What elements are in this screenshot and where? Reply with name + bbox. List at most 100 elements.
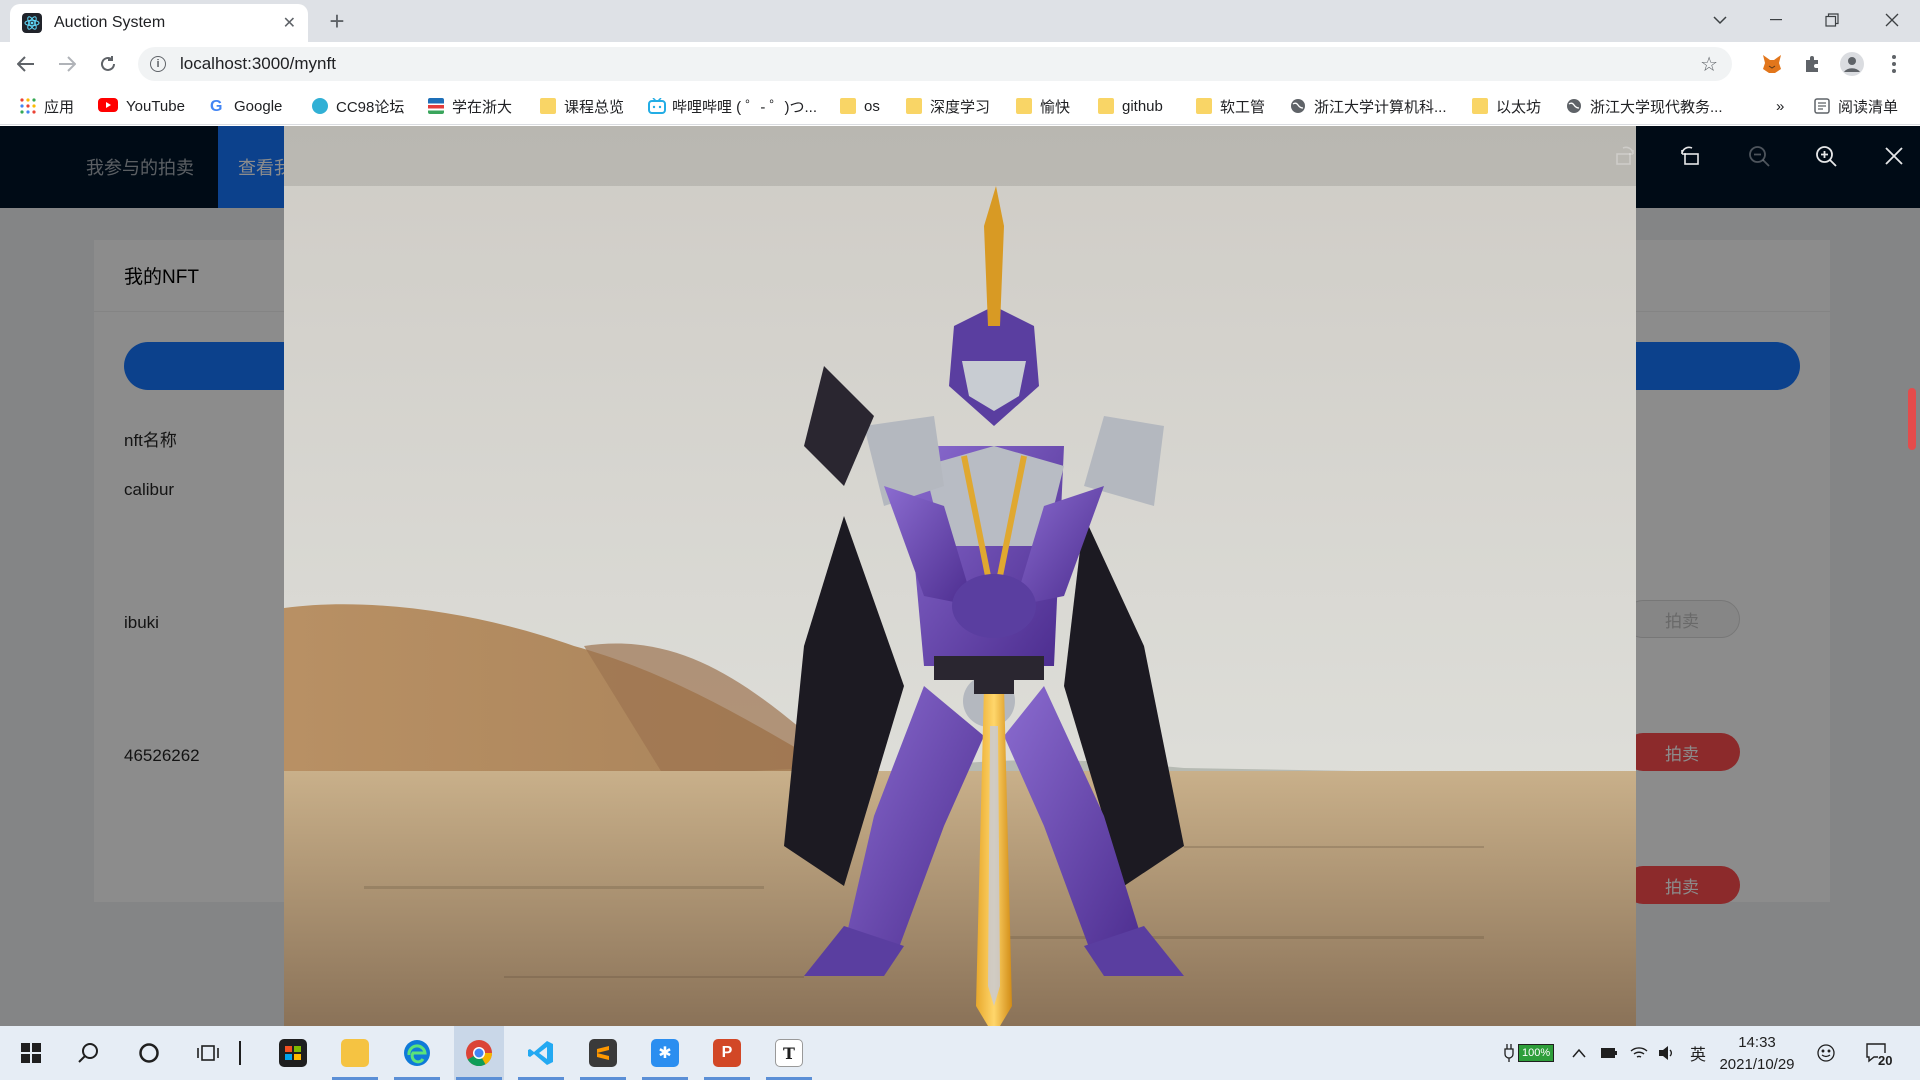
rotate-right-icon[interactable] [1662, 126, 1718, 186]
bookmark-zju-edu[interactable]: 浙江大学现代教务... [1566, 95, 1723, 117]
bookmark-apps[interactable]: 应用 [20, 95, 74, 117]
site-info-icon[interactable]: i [150, 56, 166, 72]
zju-learn-icon [428, 98, 444, 114]
battery-percent: 100% [1518, 1044, 1555, 1062]
folder-icon [540, 98, 556, 114]
app-launcher-icon[interactable]: ✱ [640, 1026, 690, 1080]
tab-close-icon[interactable]: ✕ [283, 13, 296, 33]
bookmarks-bar: 应用 YouTube G Google CC98论坛 学在浙大 课程总览 哔哩哔… [0, 87, 1920, 125]
chrome-icon[interactable] [454, 1026, 504, 1080]
bookmark-course-overview[interactable]: 课程总览 [540, 95, 624, 117]
volume-icon[interactable] [1658, 1026, 1676, 1080]
chrome-menu-icon[interactable] [1880, 50, 1908, 78]
zoom-in-icon[interactable] [1798, 126, 1854, 186]
minimize-icon[interactable] [1748, 0, 1804, 40]
search-icon[interactable] [64, 1026, 114, 1080]
battery-indicator[interactable]: 100% [1504, 1026, 1555, 1080]
preview-close-icon[interactable] [1866, 126, 1920, 186]
power-icon[interactable] [1600, 1026, 1618, 1080]
preview-toolbar-bg [284, 126, 1636, 186]
bookmark-cc98[interactable]: CC98论坛 [312, 95, 404, 117]
bookmark-bilibili[interactable]: 哔哩哔哩 ( ゜- ゜)つ... [648, 95, 817, 117]
powerpoint-icon[interactable]: P [702, 1026, 752, 1080]
globe-icon [1290, 98, 1306, 114]
bookmark-label: 哔哩哔哩 ( ゜- ゜)つ... [672, 98, 817, 116]
tab-strip: Auction System ✕ + [0, 0, 1920, 42]
rotate-left-icon[interactable] [1597, 126, 1653, 186]
bookmark-label: 浙江大学现代教务... [1590, 98, 1723, 116]
tab-search-icon[interactable] [1692, 0, 1748, 40]
scrollbar-thumb[interactable] [1908, 388, 1916, 450]
file-explorer-icon[interactable] [330, 1026, 380, 1080]
bookmark-zju-learn[interactable]: 学在浙大 [428, 95, 512, 117]
bookmark-ethereum[interactable]: 以太坊 [1472, 95, 1541, 117]
address-bar[interactable]: i localhost:3000/mynft ☆ [138, 47, 1732, 81]
task-view-icon[interactable] [184, 1026, 234, 1080]
bookmark-label: 学在浙大 [452, 98, 513, 116]
reading-list-button[interactable]: 阅读清单 [1814, 95, 1898, 117]
bookmark-label: YouTube [126, 97, 185, 115]
bookmark-label: 应用 [44, 98, 75, 116]
reload-icon[interactable] [92, 48, 124, 80]
reading-list-label: 阅读清单 [1838, 98, 1899, 116]
edge-icon[interactable] [392, 1026, 442, 1080]
notification-count-badge: 20 [1878, 1053, 1893, 1068]
folder-icon [1016, 98, 1032, 114]
bookmark-youtube[interactable]: YouTube [98, 95, 185, 117]
image-preview [284, 126, 1636, 1026]
notification-center-icon[interactable]: 20 [1866, 1026, 1893, 1080]
taskbar-separator [230, 1026, 250, 1080]
folder-icon [840, 98, 856, 114]
reading-list-icon [1814, 98, 1830, 114]
more-bookmarks-icon[interactable]: » [1776, 95, 1784, 117]
system-clock[interactable]: 14:33 2021/10/29 [1712, 1032, 1802, 1076]
youtube-icon [98, 98, 118, 114]
back-icon[interactable] [10, 48, 42, 80]
bookmark-label: 以太坊 [1496, 98, 1542, 116]
show-hidden-icons-icon[interactable] [1572, 1026, 1586, 1080]
bookmark-deep-learning[interactable]: 深度学习 [906, 95, 990, 117]
react-icon [22, 13, 42, 33]
bookmark-label: 浙江大学计算机科... [1314, 98, 1447, 116]
bookmark-os[interactable]: os [840, 95, 880, 117]
wifi-icon[interactable] [1630, 1026, 1648, 1080]
clock-time: 14:33 [1738, 1034, 1776, 1051]
bilibili-icon [648, 97, 666, 114]
window-close-icon[interactable] [1864, 0, 1920, 40]
bookmark-happy[interactable]: 愉快 [1016, 95, 1070, 117]
typora-icon[interactable]: T [764, 1026, 814, 1080]
forward-icon[interactable] [51, 48, 83, 80]
feedback-icon[interactable] [1816, 1026, 1836, 1080]
bookmark-label: 课程总览 [564, 98, 625, 116]
google-icon: G [210, 98, 223, 115]
input-method-indicator[interactable]: 英 [1690, 1026, 1706, 1080]
folder-icon [1472, 98, 1488, 114]
folder-icon [1098, 98, 1114, 114]
windows-start-icon[interactable] [6, 1026, 56, 1080]
bookmark-label: Google [234, 97, 283, 115]
new-tab-icon[interactable]: + [322, 6, 352, 36]
nft-image [284, 126, 1636, 1026]
bookmark-label: 愉快 [1040, 98, 1071, 116]
bookmark-github[interactable]: github [1098, 95, 1163, 117]
url-text: localhost:3000/mynft [180, 54, 336, 73]
folder-icon [906, 98, 922, 114]
cc98-icon [312, 98, 328, 114]
cortana-icon[interactable] [124, 1026, 174, 1080]
bookmark-google[interactable]: G Google [210, 95, 282, 117]
extensions-puzzle-icon[interactable] [1798, 50, 1826, 78]
restore-icon[interactable] [1804, 0, 1860, 40]
bookmark-star-icon[interactable]: ☆ [1700, 52, 1718, 77]
metamask-icon[interactable] [1758, 50, 1786, 78]
zoom-out-icon[interactable] [1731, 126, 1787, 186]
microsoft-store-icon[interactable] [268, 1026, 318, 1080]
browser-tab[interactable]: Auction System ✕ [10, 4, 308, 42]
apps-grid-icon [20, 98, 36, 114]
bookmark-software-eng[interactable]: 软工管 [1196, 95, 1265, 117]
sublime-text-icon[interactable] [578, 1026, 628, 1080]
vscode-icon[interactable] [516, 1026, 566, 1080]
bookmark-label: 深度学习 [930, 98, 991, 116]
bookmark-zju-cs[interactable]: 浙江大学计算机科... [1290, 95, 1447, 117]
bookmark-label: CC98论坛 [336, 98, 405, 116]
profile-avatar-icon[interactable] [1838, 50, 1866, 78]
